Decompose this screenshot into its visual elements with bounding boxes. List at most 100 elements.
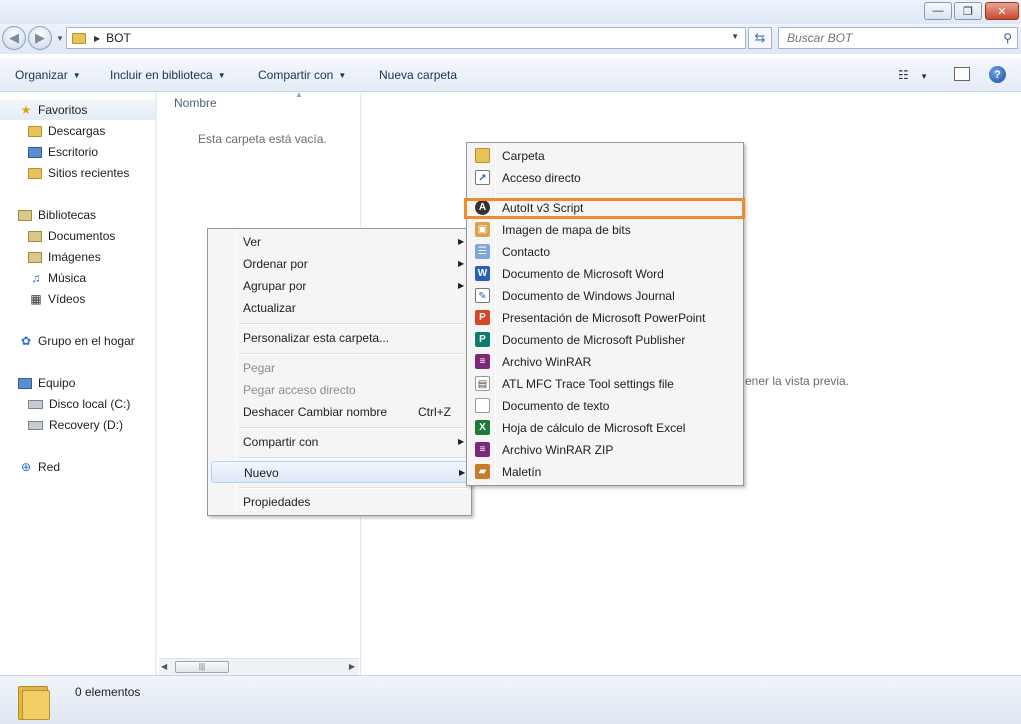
help-icon: ? (994, 68, 1001, 81)
chevron-down-icon: ▼ (920, 72, 929, 81)
menu-item-label: Compartir con (243, 435, 319, 449)
submenu-item-label: Documento de texto (502, 399, 610, 413)
nav-libraries[interactable]: Bibliotecas (18, 208, 96, 222)
submenu-item-word-document[interactable]: W Documento de Microsoft Word (470, 263, 740, 285)
nav-item-desktop[interactable]: Escritorio (28, 145, 98, 159)
refresh-button[interactable]: ⇆ (748, 27, 772, 49)
submenu-item-publisher[interactable]: P Documento de Microsoft Publisher (470, 329, 740, 351)
submenu-item-autoit-script[interactable]: A AutoIt v3 Script (470, 197, 740, 219)
menu-item-label: Personalizar esta carpeta... (243, 331, 390, 345)
nav-item-local-disk[interactable]: Disco local (C:) (28, 397, 130, 411)
column-header-name[interactable]: Nombre (174, 96, 217, 110)
nav-favorites[interactable]: ★ Favoritos (18, 103, 88, 117)
submenu-item-folder[interactable]: Carpeta (470, 145, 740, 167)
menu-item-customize-folder[interactable]: Personalizar esta carpeta... (211, 327, 468, 349)
scroll-thumb[interactable]: ||| (175, 661, 229, 673)
nav-item-videos[interactable]: ▦ Vídeos (28, 292, 85, 306)
close-button[interactable]: ✕ (985, 2, 1019, 20)
arrow-left-icon: ◀ (9, 30, 19, 45)
menu-item-label: Deshacer Cambiar nombre (243, 405, 388, 419)
nav-item-pictures[interactable]: Imágenes (28, 250, 101, 264)
arrow-right-icon: ▶ (35, 30, 45, 45)
submenu-item-text-document[interactable]: Documento de texto (470, 395, 740, 417)
recent-places-icon (28, 167, 42, 179)
submenu-item-label: Hoja de cálculo de Microsoft Excel (502, 421, 686, 435)
address-bar[interactable]: ▶ BOT ▼ (66, 27, 746, 49)
excel-icon: X (475, 420, 490, 435)
network-icon: ⊕ (20, 460, 32, 474)
submenu-item-winrar-zip[interactable]: ≡ Archivo WinRAR ZIP (470, 439, 740, 461)
nav-computer-label: Equipo (38, 376, 76, 390)
shortcut-arrow-icon: ↗ (475, 170, 490, 185)
submenu-item-shortcut[interactable]: ↗ Acceso directo (470, 167, 740, 189)
nav-item-label: Imágenes (48, 250, 101, 264)
chevron-right-icon: ▶ (458, 437, 465, 446)
share-with-button[interactable]: Compartir con ▼ (258, 68, 346, 82)
menu-item-view[interactable]: Ver ▶ (211, 231, 468, 253)
submenu-item-atl-mfc-trace[interactable]: ▤ ATL MFC Trace Tool settings file (470, 373, 740, 395)
new-folder-button[interactable]: Nueva carpeta (379, 68, 457, 82)
nav-item-label: Documentos (48, 229, 116, 243)
minimize-button[interactable]: — (924, 2, 952, 20)
submenu-item-label: Documento de Windows Journal (502, 289, 675, 303)
back-button[interactable]: ◀ (2, 26, 26, 50)
search-input[interactable] (779, 28, 989, 48)
close-icon: ✕ (997, 5, 1007, 18)
chevron-down-icon: ▼ (72, 71, 81, 80)
maximize-button[interactable]: ❐ (954, 2, 982, 20)
help-button[interactable]: ? (989, 66, 1006, 83)
recent-pages-dropdown[interactable]: ▼ (56, 34, 64, 43)
preview-pane-button[interactable] (954, 67, 970, 81)
search-icon[interactable]: ⚲ (1003, 31, 1012, 45)
submenu-item-label: Contacto (502, 245, 551, 259)
submenu-item-excel[interactable]: X Hoja de cálculo de Microsoft Excel (470, 417, 740, 439)
breadcrumb-folder[interactable]: BOT (106, 31, 131, 45)
nav-item-music[interactable]: ♫ Música (28, 271, 87, 285)
menu-item-sort-by[interactable]: Ordenar por ▶ (211, 253, 468, 275)
menu-item-undo-rename[interactable]: Deshacer Cambiar nombre Ctrl+Z (211, 401, 468, 423)
nav-computer[interactable]: Equipo (18, 376, 75, 390)
title-bar: — ❐ ✕ (0, 0, 1021, 24)
change-view-button[interactable]: ☷ ▼ (898, 68, 928, 82)
scroll-right-icon[interactable]: ▶ (349, 662, 355, 671)
menu-item-refresh[interactable]: Actualizar (211, 297, 468, 319)
submenu-item-bitmap[interactable]: ▣ Imagen de mapa de bits (470, 219, 740, 241)
journal-document-icon: ✎ (475, 288, 490, 303)
organize-button[interactable]: Organizar ▼ (15, 68, 81, 82)
submenu-item-journal-document[interactable]: ✎ Documento de Windows Journal (470, 285, 740, 307)
submenu-item-contact[interactable]: ☰ Contacto (470, 241, 740, 263)
menu-item-properties[interactable]: Propiedades (211, 491, 468, 513)
submenu-item-label: Maletín (502, 465, 542, 479)
submenu-item-winrar[interactable]: ≡ Archivo WinRAR (470, 351, 740, 373)
nav-item-downloads[interactable]: Descargas (28, 124, 105, 138)
nav-network-label: Red (38, 460, 61, 474)
nav-item-documents[interactable]: Documentos (28, 229, 115, 243)
menu-item-paste-shortcut[interactable]: Pegar acceso directo (211, 379, 468, 401)
horizontal-scrollbar[interactable]: ◀ ||| ▶ (159, 658, 359, 675)
nav-item-recovery[interactable]: Recovery (D:) (28, 418, 123, 432)
submenu-item-powerpoint[interactable]: P Presentación de Microsoft PowerPoint (470, 307, 740, 329)
menu-item-group-by[interactable]: Agrupar por ▶ (211, 275, 468, 297)
nav-item-recent-places[interactable]: Sitios recientes (28, 166, 129, 180)
menu-item-label: Actualizar (243, 301, 296, 315)
menu-item-paste[interactable]: Pegar (211, 357, 468, 379)
nav-homegroup[interactable]: ✿ Grupo en el hogar (18, 334, 135, 348)
submenu-item-label: Archivo WinRAR (502, 355, 592, 369)
menu-item-new[interactable]: Nuevo ▶ (211, 461, 468, 483)
submenu-item-briefcase[interactable]: ▰ Maletín (470, 461, 740, 483)
forward-button[interactable]: ▶ (28, 26, 52, 50)
view-list-icon: ☷ (898, 68, 909, 82)
scroll-left-icon[interactable]: ◀ (161, 662, 167, 671)
nav-network[interactable]: ⊕ Red (18, 460, 60, 474)
menu-item-share-with[interactable]: Compartir con ▶ (211, 431, 468, 453)
menu-item-label: Pegar (243, 361, 276, 375)
navigation-pane: ★ Favoritos Descargas Escritorio Sitios r… (0, 92, 155, 675)
organize-label: Organizar (15, 68, 68, 82)
chevron-down-icon: ▼ (338, 71, 347, 80)
address-dropdown[interactable]: ▼ (731, 32, 739, 41)
include-library-button[interactable]: Incluir en biblioteca ▼ (110, 68, 226, 82)
breadcrumb-chevron-icon[interactable]: ▶ (94, 34, 100, 43)
folder-icon (475, 148, 490, 163)
menu-item-shortcut: Ctrl+Z (418, 405, 451, 419)
computer-icon (18, 377, 32, 389)
